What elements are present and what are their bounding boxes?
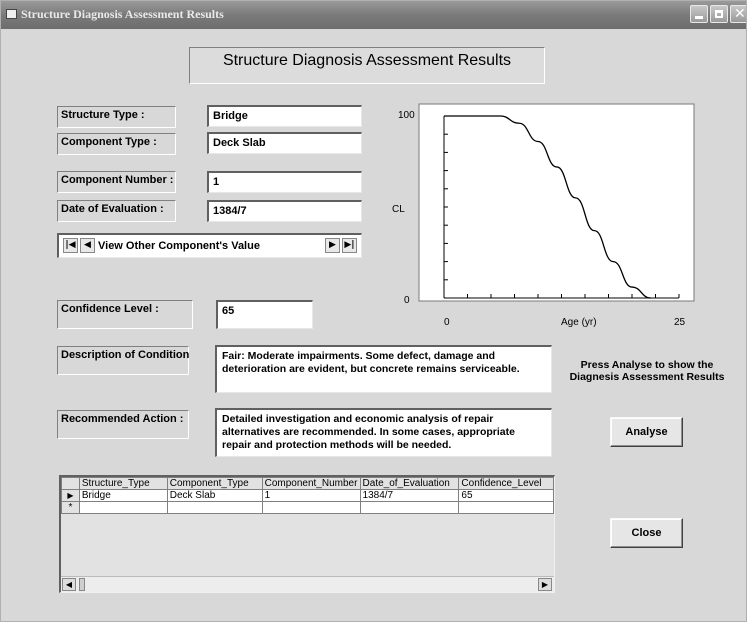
table-cell[interactable] — [78, 501, 168, 514]
row-selector-header — [61, 477, 80, 490]
first-record-icon: |◀ — [65, 240, 76, 250]
table-cell[interactable] — [261, 501, 361, 514]
table-cell[interactable]: 1 — [261, 489, 361, 502]
y-tick-label-max: 100 — [398, 110, 415, 121]
table-header-row: Structure_Type Component_Type Component_Nu… — [61, 477, 554, 490]
component-number-label: Component Number : — [57, 171, 176, 193]
table-cell[interactable]: 65 — [458, 489, 554, 502]
next-record-icon: ▶ — [329, 240, 336, 250]
x-axis-label: Age (yr) — [561, 317, 597, 328]
close-icon: ✕ — [734, 6, 746, 22]
prev-record-icon: ◀ — [84, 240, 91, 250]
component-number-field[interactable]: 1 — [207, 171, 362, 193]
y-tick-label-min: 0 — [404, 295, 410, 306]
table-cell[interactable]: 1384/7 — [359, 489, 460, 502]
scroll-right-button[interactable]: ▶ — [538, 578, 552, 591]
maximize-button[interactable] — [710, 5, 728, 23]
minimize-icon — [695, 16, 703, 19]
recommended-action-label: Recommended Action : — [57, 410, 189, 439]
last-record-icon: ▶| — [344, 240, 355, 250]
column-header[interactable]: Date_of_Evaluation — [359, 477, 460, 490]
x-tick-label-min: 0 — [444, 317, 450, 328]
prev-record-button[interactable]: ◀ — [80, 238, 95, 253]
table-cell[interactable]: Deck Slab — [166, 489, 263, 502]
results-window: Structure Diagnosis Assessment Results ✕… — [0, 0, 747, 622]
analyse-prompt: Press Analyse to show the Diagnesis Asse… — [569, 359, 725, 383]
window-close-button[interactable]: ✕ — [730, 5, 746, 23]
record-navigator: |◀ ◀ View Other Component's Value ▶ ▶| — [57, 233, 362, 258]
page-title: Structure Diagnosis Assessment Results — [222, 52, 512, 69]
first-record-button[interactable]: |◀ — [63, 238, 78, 253]
component-type-label: Component Type : — [57, 133, 176, 155]
new-record-row[interactable]: * — [61, 501, 554, 514]
page-title-box: Structure Diagnosis Assessment Results — [189, 47, 545, 84]
recommended-action-field[interactable]: Detailed investigation and economic anal… — [215, 408, 552, 457]
description-label: Description of Condition — [57, 346, 189, 375]
horizontal-scrollbar[interactable]: ◀ ▶ — [61, 576, 554, 592]
last-record-button[interactable]: ▶| — [342, 238, 357, 253]
analyse-button[interactable]: Analyse — [610, 417, 683, 447]
table-cell[interactable] — [359, 501, 460, 514]
table-cell[interactable] — [458, 501, 554, 514]
app-icon[interactable] — [6, 9, 17, 19]
close-button[interactable]: Close — [610, 518, 683, 548]
scroll-right-icon: ▶ — [541, 580, 549, 589]
scroll-thumb[interactable] — [79, 578, 85, 591]
y-axis-label: CL — [392, 204, 405, 215]
date-of-evaluation-field[interactable]: 1384/7 — [207, 200, 362, 222]
column-header[interactable]: Structure_Type — [78, 477, 168, 490]
table-cell[interactable] — [166, 501, 263, 514]
navigator-label: View Other Component's Value — [98, 240, 260, 252]
chart-canvas — [364, 101, 704, 336]
structure-type-label: Structure Type : — [57, 106, 176, 128]
next-record-button[interactable]: ▶ — [325, 238, 340, 253]
description-field[interactable]: Fair: Moderate impairments. Some defect,… — [215, 345, 552, 393]
table-cell[interactable]: Bridge — [78, 489, 168, 502]
condition-chart: 100 0 CL 0 25 Age (yr) — [364, 101, 704, 336]
component-type-field[interactable]: Deck Slab — [207, 132, 362, 154]
scroll-left-button[interactable]: ◀ — [62, 578, 76, 591]
plot-area — [418, 103, 695, 302]
column-header[interactable]: Component_Type — [166, 477, 263, 490]
results-table: Structure_Type Component_Type Component_Nu… — [61, 477, 554, 514]
x-tick-label-max: 25 — [674, 317, 686, 328]
row-selector[interactable]: ▶ — [61, 489, 80, 502]
results-grid: Structure_Type Component_Type Component_Nu… — [59, 475, 555, 593]
confidence-level-label: Confidence Level : — [57, 300, 193, 329]
maximize-icon — [715, 10, 723, 18]
title-bar[interactable]: Structure Diagnosis Assessment Results ✕ — [1, 1, 746, 29]
confidence-level-field[interactable]: 65 — [216, 300, 313, 329]
window-title: Structure Diagnosis Assessment Results — [21, 7, 224, 21]
structure-type-field[interactable]: Bridge — [207, 105, 362, 127]
column-header[interactable]: Component_Number — [261, 477, 361, 490]
scroll-left-icon: ◀ — [65, 580, 73, 589]
column-header[interactable]: Confidence_Level — [458, 477, 554, 490]
date-of-evaluation-label: Date of Evaluation : — [57, 200, 176, 222]
new-row-marker[interactable]: * — [61, 501, 80, 514]
minimize-button[interactable] — [690, 5, 708, 23]
table-row[interactable]: ▶ Bridge Deck Slab 1 1384/7 65 — [61, 489, 554, 502]
